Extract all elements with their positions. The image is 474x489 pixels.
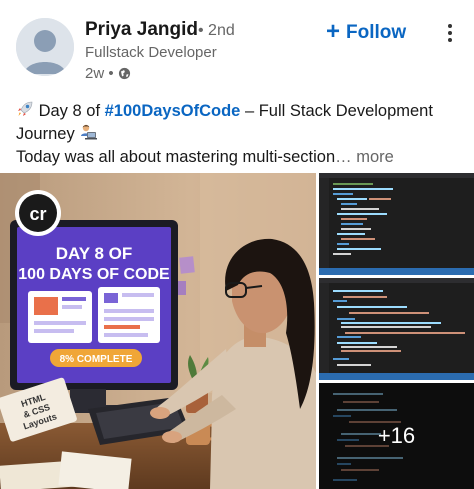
thumbnail-code-1[interactable] xyxy=(319,173,474,275)
illustration-image: DAY 8 OF 100 DAYS OF CODE 8% COMPLETE cr xyxy=(0,173,316,489)
vertical-ellipsis-icon[interactable] xyxy=(443,20,457,46)
code-screenshot-image xyxy=(319,278,474,380)
hashtag-link[interactable]: #100DaysOfCode xyxy=(105,102,241,120)
post-line-2: Journey xyxy=(16,123,462,146)
plus-icon: + xyxy=(326,18,341,45)
post-text: Day 8 of #100DaysOfCode – Full Stack Dev… xyxy=(16,100,462,169)
thumbnail-code-2[interactable] xyxy=(319,278,474,380)
follow-label: Follow xyxy=(346,22,407,43)
author-name[interactable]: Priya Jangid xyxy=(85,19,198,41)
post-time: 2w • xyxy=(85,65,114,82)
post-line-1-post: – Full Stack Development xyxy=(240,102,433,120)
default-avatar-icon xyxy=(16,18,74,76)
see-more-link[interactable]: … more xyxy=(335,148,394,166)
code-screenshot-image xyxy=(319,173,474,275)
screen-line-1: DAY 8 OF xyxy=(56,244,133,263)
avatar[interactable] xyxy=(16,18,74,76)
thumbnail-code-more[interactable]: +16 xyxy=(319,383,474,489)
rocket-icon xyxy=(18,101,33,116)
connection-degree: • 2nd xyxy=(198,22,235,39)
post-line-1: Day 8 of #100DaysOfCode – Full Stack Dev… xyxy=(16,100,462,123)
main-image[interactable]: DAY 8 OF 100 DAYS OF CODE 8% COMPLETE cr xyxy=(0,173,316,489)
post-line-3-text: Today was all about mastering multi-sect… xyxy=(16,148,336,166)
post-media: DAY 8 OF 100 DAYS OF CODE 8% COMPLETE cr xyxy=(0,173,474,489)
post-line-3: Today was all about mastering multi-sect… xyxy=(16,146,462,169)
technologist-icon xyxy=(81,124,98,140)
more-images-count[interactable]: +16 xyxy=(319,383,474,489)
follow-button[interactable]: + Follow xyxy=(326,20,406,46)
screen-line-2: 100 DAYS OF CODE xyxy=(18,266,170,283)
post-line-1-pre: Day 8 of xyxy=(34,102,105,120)
post-meta: 2w • xyxy=(85,65,131,82)
post-line-2-text: Journey xyxy=(16,125,80,143)
progress-label: 8% COMPLETE xyxy=(60,354,133,365)
author-headline: Fullstack Developer xyxy=(85,44,217,61)
cr-badge: cr xyxy=(29,204,46,224)
globe-icon xyxy=(118,67,130,80)
post-header: Priya Jangid • 2nd Fullstack Developer 2… xyxy=(0,0,474,95)
